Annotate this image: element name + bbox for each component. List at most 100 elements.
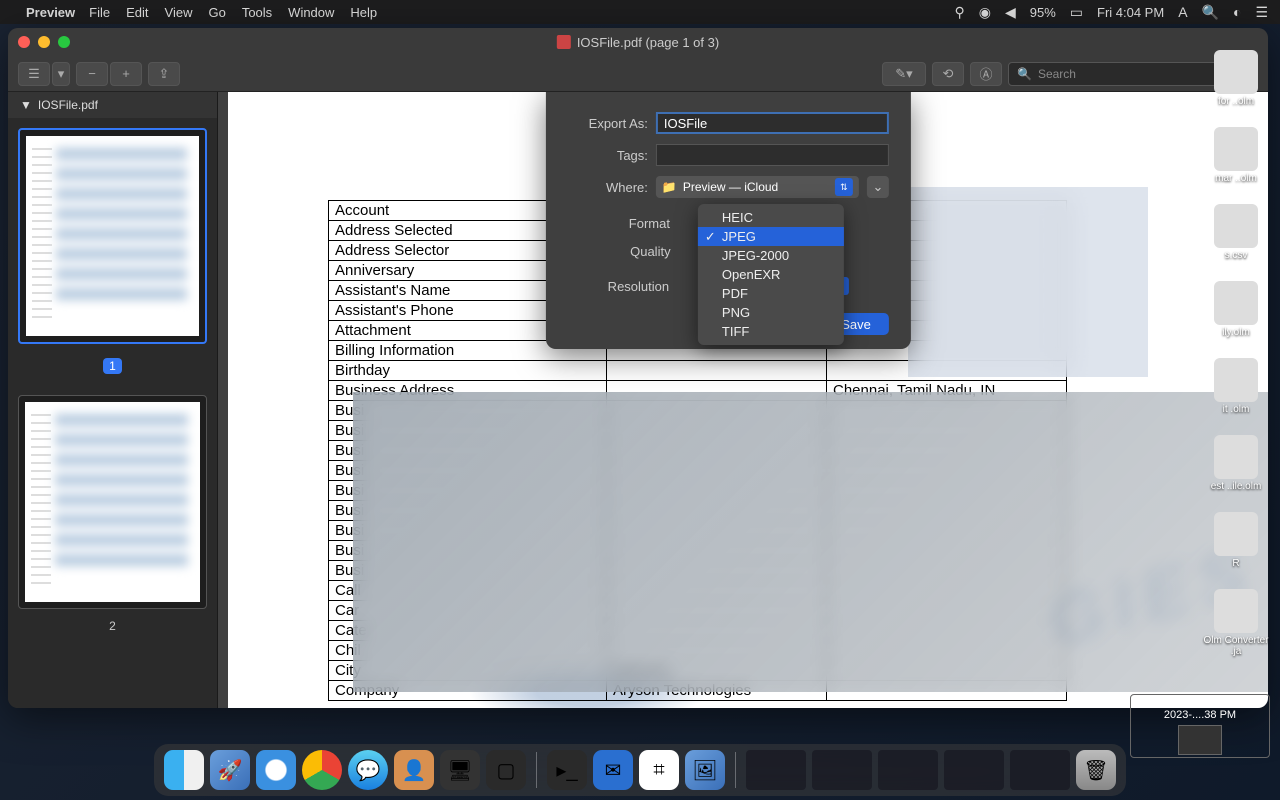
menu-file[interactable]: File [89, 5, 110, 20]
sidebar-filename: IOSFile.pdf [38, 98, 98, 112]
highlight-button[interactable]: ✎▾ [882, 62, 926, 86]
battery-icon[interactable]: ▭ [1070, 4, 1083, 21]
dock-minimized-3[interactable] [878, 750, 938, 790]
window-close-button[interactable] [18, 36, 30, 48]
desktop-file[interactable]: mar ..olm [1214, 127, 1258, 184]
menu-window[interactable]: Window [288, 5, 334, 20]
window-title: IOSFile.pdf (page 1 of 3) [577, 35, 719, 50]
preview-window: IOSFile.pdf (page 1 of 3) ☰ ▾ − + ⇪ ✎▾ ⟲… [8, 28, 1268, 708]
volume-icon[interactable]: ◀ [1005, 4, 1016, 21]
input-source-icon[interactable]: A [1178, 4, 1187, 20]
dock-safari[interactable] [256, 750, 296, 790]
tags-input[interactable] [656, 144, 889, 166]
dock-minimized-1[interactable] [746, 750, 806, 790]
desktop-file[interactable]: for ..olm [1214, 50, 1258, 107]
dock-minimized-5[interactable] [1010, 750, 1070, 790]
file-label: for ..olm [1218, 96, 1254, 107]
pdf-file-icon [557, 35, 571, 49]
dock-preview[interactable]: 🖼 [685, 750, 725, 790]
app-menu[interactable]: Preview [26, 5, 75, 20]
dock-slack[interactable]: ⌗ [639, 750, 679, 790]
notification-center-icon[interactable]: ☰ [1255, 4, 1268, 21]
menu-view[interactable]: View [165, 5, 193, 20]
desktop-file[interactable]: R [1214, 512, 1258, 569]
share-button[interactable]: ⇪ [148, 62, 180, 86]
clock[interactable]: Fri 4:04 PM [1097, 5, 1164, 20]
format-option-png[interactable]: PNG [698, 303, 844, 322]
resolution-label: Resolution [608, 279, 669, 294]
dock-minimized-2[interactable] [812, 750, 872, 790]
table-cell [607, 361, 827, 381]
spotlight-icon[interactable]: 🔍 [1202, 4, 1219, 21]
sidebar-mode-button[interactable]: ▾ [52, 62, 70, 86]
zoom-in-button[interactable]: + [110, 62, 142, 86]
dock-launchpad[interactable]: 🚀 [210, 750, 250, 790]
file-label: s.csv [1225, 250, 1248, 261]
menu-go[interactable]: Go [208, 5, 225, 20]
where-label: Where: [568, 180, 648, 195]
page-number-2: 2 [109, 619, 116, 633]
dock-console[interactable]: 🖥 [440, 750, 480, 790]
disclosure-triangle-icon[interactable]: ▼ [20, 98, 32, 112]
dock-messages[interactable]: 💬 [348, 750, 388, 790]
document-area[interactable]: GIES AccountAddress Selected, CherAddres… [218, 92, 1268, 708]
page-thumbnail-2[interactable] [18, 395, 207, 609]
file-icon [1214, 50, 1258, 94]
desktop-file[interactable]: it .olm [1214, 358, 1258, 415]
format-option-tiff[interactable]: TIFF [698, 322, 844, 341]
menu-tools[interactable]: Tools [242, 5, 272, 20]
dock-terminal[interactable]: ▢ [486, 750, 526, 790]
menu-edit[interactable]: Edit [126, 5, 148, 20]
export-as-label: Export As: [568, 116, 648, 131]
bluetooth-icon[interactable]: ⚲ [954, 4, 964, 21]
export-as-input[interactable] [656, 112, 889, 134]
file-label: Olm Converter .ja [1201, 635, 1271, 657]
desktop-icons: for ..olm mar ..olm s.csv ily.olm it .olm est… [1200, 50, 1272, 657]
battery-percent[interactable]: 95% [1030, 5, 1056, 20]
format-option-jpeg2000[interactable]: JPEG-2000 [698, 246, 844, 265]
window-minimize-button[interactable] [38, 36, 50, 48]
dock-terminal-app[interactable]: ▸_ [547, 750, 587, 790]
dock-minimized-4[interactable] [944, 750, 1004, 790]
menu-help[interactable]: Help [350, 5, 377, 20]
dock-trash[interactable]: 🗑 [1076, 750, 1116, 790]
dock-finder[interactable] [164, 750, 204, 790]
wifi-icon[interactable]: ◉ [979, 4, 991, 21]
file-icon [1214, 435, 1258, 479]
desktop-file[interactable]: Olm Converter .ja [1201, 589, 1271, 657]
file-icon [1214, 358, 1258, 402]
format-option-openexr[interactable]: OpenEXR [698, 265, 844, 284]
tags-label: Tags: [568, 148, 648, 163]
screenshot-thumb [1178, 725, 1222, 755]
desktop-file[interactable]: est ..ile.olm [1211, 435, 1262, 492]
format-dropdown[interactable]: HEICJPEGJPEG-2000OpenEXRPDFPNGTIFF [698, 204, 844, 345]
where-expand-button[interactable]: ⌄ [867, 176, 889, 198]
zoom-out-button[interactable]: − [76, 62, 108, 86]
quality-label: Quality [630, 244, 670, 259]
page-number-1: 1 [103, 358, 122, 374]
markup-button[interactable]: Ⓐ [970, 62, 1002, 86]
file-icon [1214, 204, 1258, 248]
format-option-heic[interactable]: HEIC [698, 208, 844, 227]
desktop-file[interactable]: ily.olm [1214, 281, 1258, 338]
sidebar-toggle-button[interactable]: ☰ [18, 62, 50, 86]
where-select[interactable]: 📁 Preview — iCloud ⇅ [656, 176, 859, 198]
screenshot-preview[interactable]: Screenshot 2023-....38 PM [1130, 694, 1270, 758]
page-thumbnail-1[interactable] [18, 128, 207, 344]
screenshot-label-1: Screenshot [1137, 697, 1263, 709]
file-icon [1214, 281, 1258, 325]
dock-contacts[interactable]: 👤 [394, 750, 434, 790]
rotate-button[interactable]: ⟲ [932, 62, 964, 86]
sidebar-file-header[interactable]: ▼ IOSFile.pdf [8, 92, 217, 118]
desktop-file[interactable]: s.csv [1214, 204, 1258, 261]
dock-outlook[interactable]: ✉ [593, 750, 633, 790]
window-maximize-button[interactable] [58, 36, 70, 48]
search-icon: 🔍 [1017, 67, 1032, 81]
format-option-jpeg[interactable]: JPEG [698, 227, 844, 246]
format-option-pdf[interactable]: PDF [698, 284, 844, 303]
file-label: R [1232, 558, 1239, 569]
dock-chrome[interactable] [302, 750, 342, 790]
table-cell: Birthday [329, 361, 607, 381]
siri-icon[interactable]: ◐ [1233, 4, 1241, 20]
where-value: Preview — iCloud [683, 180, 778, 194]
